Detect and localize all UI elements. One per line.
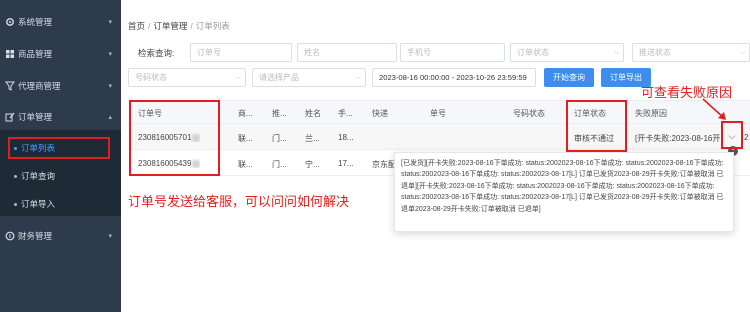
table-cell: 门... (272, 160, 287, 169)
highlight-order-list-menu (8, 137, 110, 159)
sidebar-item-label: 商品管理 (18, 49, 53, 59)
grid-icon (5, 49, 15, 59)
name-input[interactable]: 姓名 (297, 43, 397, 62)
table-cell: 宁... (305, 160, 320, 169)
column-header: 商... (238, 109, 253, 118)
chevron-down-icon: ⌵ (355, 73, 361, 81)
table-cell: 17... (338, 159, 354, 168)
breadcrumb-parent[interactable]: 订单管理 (153, 21, 187, 31)
sidebar-item-label: 系统管理 (18, 17, 53, 27)
sidebar-item-agents[interactable]: 代理商管理 ▾ (0, 75, 121, 97)
edit-icon (5, 112, 15, 122)
sidebar-item-label: 财务管理 (18, 231, 53, 241)
chevron-down-icon: ▾ (108, 83, 112, 90)
table-header: 订单号 商... 推... 姓名 手... 快递 单号 号码状态 订单状态 失败… (128, 100, 750, 124)
highlight-expand-button (721, 121, 743, 149)
chevron-down-icon: ⌵ (613, 48, 619, 56)
bullet-icon (14, 202, 17, 206)
breadcrumb-home[interactable]: 首页 (128, 21, 145, 31)
annotation-arrow (702, 98, 726, 120)
order-no-input[interactable]: 订单号 (190, 43, 292, 62)
sidebar-item-finance[interactable]: 财务管理 ▾ (0, 225, 121, 247)
push-status-placeholder: 推送状态 (639, 48, 671, 57)
fail-reason-text: [已发货][开卡失败:2023-08-16下单成功: status:200202… (401, 160, 724, 213)
sidebar-item-label: 订单查询 (21, 171, 56, 181)
chevron-down-icon: ⌵ (235, 73, 241, 81)
push-status-select[interactable]: 推送状态 ⌵ (632, 43, 750, 62)
table-cell: 联... (238, 160, 253, 169)
table-cell: 门... (272, 134, 287, 143)
column-header: 号码状态 (513, 109, 545, 118)
sidebar-item-label: 订单管理 (18, 112, 53, 122)
product-select[interactable]: 请选择产品 ⌵ (252, 68, 366, 87)
sidebar-subitem-order-import[interactable]: 订单导入 (0, 193, 121, 215)
column-header: 推... (272, 109, 287, 118)
order-status-placeholder: 订单状态 (517, 48, 549, 57)
highlight-order-status-column (566, 100, 627, 152)
chevron-down-icon: ▾ (108, 233, 112, 240)
chevron-up-icon: ▴ (108, 114, 112, 121)
coin-icon (5, 231, 15, 241)
sidebar-item-products[interactable]: 商品管理 ▾ (0, 43, 121, 65)
number-status-select[interactable]: 号码状态 ⌵ (128, 68, 246, 87)
sidebar-subitem-order-query[interactable]: 订单查询 (0, 165, 121, 187)
sidebar-item-system[interactable]: 系统管理 ▾ (0, 11, 121, 33)
breadcrumb: 首页 / 订单管理 / 订单列表 (128, 21, 230, 31)
column-header: 失败原因 (635, 109, 667, 118)
search-button[interactable]: 开始查询 (544, 68, 594, 87)
chevron-down-icon: ⌵ (739, 48, 745, 56)
gear-icon (5, 17, 15, 27)
sidebar-item-orders[interactable]: 订单管理 ▴ (0, 106, 121, 128)
table-row[interactable]: 230816005701 联... 门... 兰... 18... 审核不通过 … (128, 124, 750, 150)
table-cell-edge: 2 (744, 133, 749, 142)
sidebar-item-label: 订单导入 (21, 199, 56, 209)
table-cell: 兰... (305, 134, 320, 143)
table-cell: 18... (338, 133, 354, 142)
product-placeholder: 请选择产品 (259, 73, 299, 82)
order-status-select[interactable]: 订单状态 ⌵ (510, 43, 624, 62)
search-label: 检索查询: (138, 48, 175, 58)
column-header: 手... (338, 109, 353, 118)
highlight-order-no-column (129, 100, 220, 176)
breadcrumb-current: 订单列表 (195, 21, 230, 31)
bullet-icon (14, 174, 17, 178)
annotation-order-no-note: 订单号发送给客服，可以问问如何解决 (128, 194, 350, 209)
date-range-input[interactable]: 2023-08-16 00:00:00 - 2023-10-26 23:59:5… (372, 68, 536, 87)
column-header: 快递 (372, 109, 388, 118)
funnel-icon (5, 81, 15, 91)
column-header: 单号 (430, 109, 446, 118)
table-cell: 联... (238, 134, 253, 143)
sidebar-item-label: 代理商管理 (18, 81, 61, 91)
number-status-placeholder: 号码状态 (135, 73, 167, 82)
phone-input[interactable]: 手机号 (400, 43, 505, 62)
chevron-down-icon: ▾ (108, 19, 112, 26)
column-header: 姓名 (305, 109, 321, 118)
chevron-down-icon: ▾ (108, 51, 112, 58)
fail-reason-cell: [开卡失败:2023-08-16开... (635, 134, 721, 143)
fail-reason-popup: [已发货][开卡失败:2023-08-16下单成功: status:200202… (394, 152, 734, 232)
